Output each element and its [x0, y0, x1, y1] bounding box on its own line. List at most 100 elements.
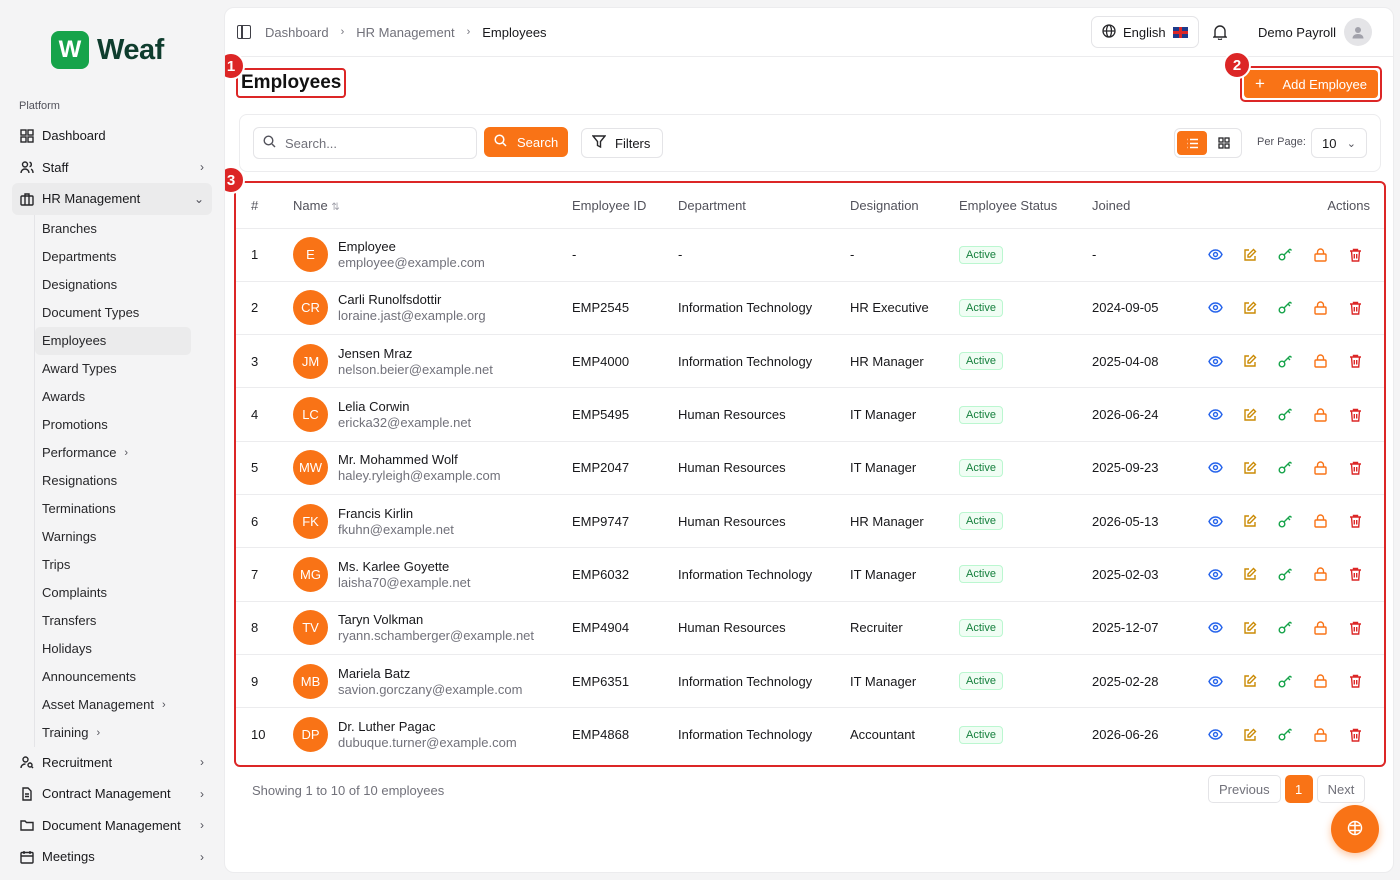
key-icon[interactable] — [1277, 460, 1293, 476]
bell-icon[interactable] — [1212, 24, 1228, 43]
lock-icon[interactable] — [1312, 513, 1328, 529]
search-button[interactable]: Search — [484, 127, 568, 157]
page-1-button[interactable]: 1 — [1284, 775, 1313, 803]
trash-icon[interactable] — [1347, 566, 1363, 582]
lock-icon[interactable] — [1312, 460, 1328, 476]
table-row[interactable]: 8 TV Taryn Volkman ryann.schamberger@exampl… — [236, 601, 1384, 655]
table-row[interactable]: 9 MB Mariela Batz savion.gorczany@example.c… — [236, 654, 1384, 709]
edit-icon[interactable] — [1242, 620, 1258, 636]
lock-icon[interactable] — [1312, 407, 1328, 423]
table-row[interactable]: 7 MG Ms. Karlee Goyette laisha70@example.ne… — [236, 547, 1384, 602]
view-icon[interactable] — [1207, 620, 1223, 636]
filters-button[interactable]: Filters — [581, 128, 663, 158]
sidebar-item-hr-management[interactable]: HR Management ⌄ — [12, 183, 212, 215]
sidebar-subitem-award-types[interactable]: Award Types — [35, 355, 191, 383]
floating-action-button[interactable] — [1331, 805, 1379, 853]
trash-icon[interactable] — [1347, 727, 1363, 743]
trash-icon[interactable] — [1347, 513, 1363, 529]
sidebar-subitem-promotions[interactable]: Promotions — [35, 411, 191, 439]
breadcrumb-hr-management[interactable]: HR Management — [356, 25, 454, 40]
sidebar-item-contract-management[interactable]: Contract Management › — [12, 778, 212, 810]
view-icon[interactable] — [1207, 353, 1223, 369]
sidebar-subitem-announcements[interactable]: Announcements — [35, 663, 191, 691]
trash-icon[interactable] — [1347, 247, 1363, 263]
edit-icon[interactable] — [1242, 300, 1258, 316]
lock-icon[interactable] — [1312, 620, 1328, 636]
sidebar-subitem-employees[interactable]: Employees — [35, 326, 191, 355]
add-employee-button[interactable]: + Add Employee — [1244, 70, 1378, 98]
search-input[interactable]: Search... — [253, 127, 477, 159]
table-row[interactable]: 5 MW Mr. Mohammed Wolf haley.ryleigh@exampl… — [236, 441, 1384, 495]
lock-icon[interactable] — [1312, 353, 1328, 369]
lock-icon[interactable] — [1312, 727, 1328, 743]
employee-name[interactable]: Taryn Volkman — [338, 612, 534, 627]
col-header-name[interactable]: Name ⇅ — [293, 183, 572, 229]
employee-name[interactable]: Mariela Batz — [338, 666, 522, 681]
previous-page-button[interactable]: Previous — [1208, 775, 1281, 803]
trash-icon[interactable] — [1347, 620, 1363, 636]
employee-name[interactable]: Jensen Mraz — [338, 346, 493, 361]
employee-name[interactable]: Ms. Karlee Goyette — [338, 559, 470, 574]
edit-icon[interactable] — [1242, 247, 1258, 263]
lock-icon[interactable] — [1312, 247, 1328, 263]
sidebar-subitem-awards[interactable]: Awards — [35, 383, 191, 411]
sidebar-subitem-performance[interactable]: Performance › — [35, 439, 191, 467]
key-icon[interactable] — [1277, 727, 1293, 743]
employee-name[interactable]: Employee — [338, 239, 485, 254]
key-icon[interactable] — [1277, 353, 1293, 369]
sidebar-subitem-transfers[interactable]: Transfers — [35, 607, 191, 635]
per-page-select[interactable]: 10 ⌄ — [1311, 128, 1367, 158]
sidebar-subitem-complaints[interactable]: Complaints — [35, 579, 191, 607]
key-icon[interactable] — [1277, 673, 1293, 689]
sidebar-subitem-document-types[interactable]: Document Types — [35, 299, 191, 327]
lock-icon[interactable] — [1312, 566, 1328, 582]
sidebar-item-staff[interactable]: Staff › — [12, 152, 212, 184]
employee-name[interactable]: Lelia Corwin — [338, 399, 471, 414]
view-icon[interactable] — [1207, 247, 1223, 263]
trash-icon[interactable] — [1347, 353, 1363, 369]
sidebar-item-meetings[interactable]: Meetings › — [12, 841, 212, 873]
edit-icon[interactable] — [1242, 673, 1258, 689]
table-row[interactable]: 4 LC Lelia Corwin ericka32@example.net EMP54… — [236, 387, 1384, 442]
key-icon[interactable] — [1277, 300, 1293, 316]
key-icon[interactable] — [1277, 513, 1293, 529]
language-selector[interactable]: English — [1091, 16, 1199, 48]
view-icon[interactable] — [1207, 407, 1223, 423]
employee-name[interactable]: Mr. Mohammed Wolf — [338, 452, 501, 467]
edit-icon[interactable] — [1242, 566, 1258, 582]
trash-icon[interactable] — [1347, 460, 1363, 476]
grid-view-icon[interactable] — [1209, 131, 1239, 155]
view-icon[interactable] — [1207, 673, 1223, 689]
sidebar-subitem-asset-management[interactable]: Asset Management › — [35, 691, 191, 719]
sidebar-subitem-training[interactable]: Training › — [35, 719, 191, 747]
toggle-sidebar-icon[interactable] — [237, 25, 251, 39]
sidebar-subitem-branches[interactable]: Branches — [35, 215, 191, 243]
lock-icon[interactable] — [1312, 300, 1328, 316]
sidebar-subitem-designations[interactable]: Designations — [35, 271, 191, 299]
sidebar-item-dashboard[interactable]: Dashboard — [12, 120, 212, 152]
view-icon[interactable] — [1207, 513, 1223, 529]
edit-icon[interactable] — [1242, 353, 1258, 369]
view-icon[interactable] — [1207, 727, 1223, 743]
table-row[interactable]: 10 DP Dr. Luther Pagac dubuque.turner@examp… — [236, 708, 1384, 761]
sidebar-subitem-terminations[interactable]: Terminations — [35, 495, 191, 523]
key-icon[interactable] — [1277, 566, 1293, 582]
user-menu[interactable]: Demo Payroll — [1258, 18, 1373, 46]
table-row[interactable]: 3 JM Jensen Mraz nelson.beier@example.net EM… — [236, 334, 1384, 389]
app-logo[interactable]: W Weaf — [51, 31, 164, 69]
sidebar-subitem-warnings[interactable]: Warnings — [35, 523, 191, 551]
edit-icon[interactable] — [1242, 727, 1258, 743]
trash-icon[interactable] — [1347, 300, 1363, 316]
sidebar-item-document-management[interactable]: Document Management › — [12, 810, 212, 842]
next-page-button[interactable]: Next — [1316, 775, 1366, 803]
edit-icon[interactable] — [1242, 513, 1258, 529]
key-icon[interactable] — [1277, 407, 1293, 423]
table-row[interactable]: 1 E Employee employee@example.com - - - Active - — [236, 228, 1384, 282]
view-icon[interactable] — [1207, 460, 1223, 476]
view-icon[interactable] — [1207, 566, 1223, 582]
view-icon[interactable] — [1207, 300, 1223, 316]
key-icon[interactable] — [1277, 247, 1293, 263]
trash-icon[interactable] — [1347, 407, 1363, 423]
employee-name[interactable]: Dr. Luther Pagac — [338, 719, 517, 734]
edit-icon[interactable] — [1242, 407, 1258, 423]
